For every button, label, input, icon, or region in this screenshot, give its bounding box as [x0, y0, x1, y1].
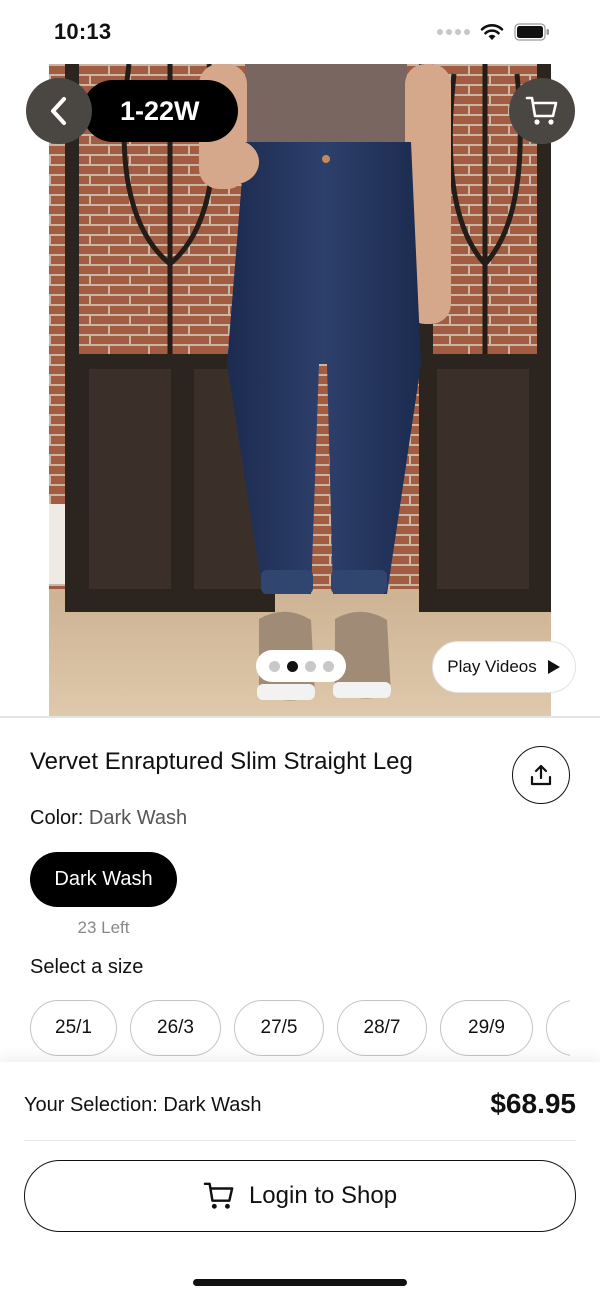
share-icon — [530, 764, 552, 786]
status-bar: 10:13 — [0, 0, 600, 64]
carousel-dot[interactable] — [304, 660, 316, 672]
login-to-shop-label: Login to Shop — [248, 1182, 398, 1209]
size-range-badge: 1-22W — [82, 80, 238, 142]
wifi-icon — [480, 24, 504, 40]
home-indicator[interactable] — [193, 1279, 407, 1286]
cart-button[interactable] — [509, 78, 575, 144]
login-to-shop-button[interactable]: Login to Shop — [24, 1160, 576, 1232]
header-back-group: 1-22W — [26, 78, 238, 144]
status-icons — [437, 23, 550, 41]
divider — [0, 716, 600, 718]
cellular-signal-icon — [437, 29, 470, 35]
back-button[interactable] — [26, 78, 92, 144]
chevron-left-icon — [51, 97, 66, 125]
status-time: 10:13 — [54, 19, 112, 44]
size-option[interactable]: 29/9 — [440, 1000, 533, 1056]
stock-count: 23 Left — [77, 918, 130, 937]
play-videos-button[interactable]: Play Videos — [432, 641, 576, 693]
size-option[interactable]: 27/5 — [234, 1000, 324, 1056]
selection-summary: Your Selection: Dark Wash — [24, 1094, 262, 1116]
size-prompt: Select a size — [30, 956, 144, 978]
size-option[interactable]: 26/3 — [130, 1000, 221, 1056]
color-line: Color: Dark Wash — [30, 807, 187, 830]
color-label: Color: — [30, 807, 84, 829]
cart-icon — [525, 96, 558, 125]
share-button[interactable] — [512, 746, 570, 804]
size-options: 25/1 26/3 27/5 28/7 29/9 3 — [30, 1000, 570, 1058]
size-option[interactable]: 25/1 — [30, 1000, 117, 1056]
product-photo-illustration — [49, 64, 551, 716]
carousel-dot[interactable] — [268, 660, 280, 672]
color-value: Dark Wash — [88, 807, 188, 829]
battery-icon — [514, 23, 549, 41]
divider — [24, 1140, 576, 1141]
cart-icon — [203, 1182, 234, 1209]
play-icon — [547, 660, 560, 674]
size-option[interactable]: 3 — [546, 1000, 570, 1056]
product-title: Vervet Enraptured Slim Straight Leg — [30, 748, 413, 775]
size-option[interactable]: 28/7 — [337, 1000, 427, 1056]
play-videos-label: Play Videos — [447, 657, 537, 676]
carousel-dot-active[interactable] — [286, 660, 298, 672]
image-carousel-indicator[interactable] — [256, 650, 346, 682]
price: $68.95 — [490, 1088, 576, 1119]
product-image[interactable] — [49, 64, 551, 716]
carousel-dot[interactable] — [322, 660, 334, 672]
color-option-dark-wash[interactable]: Dark Wash — [30, 852, 177, 907]
purchase-bar: Your Selection: Dark Wash $68.95 Login t… — [0, 1062, 600, 1299]
